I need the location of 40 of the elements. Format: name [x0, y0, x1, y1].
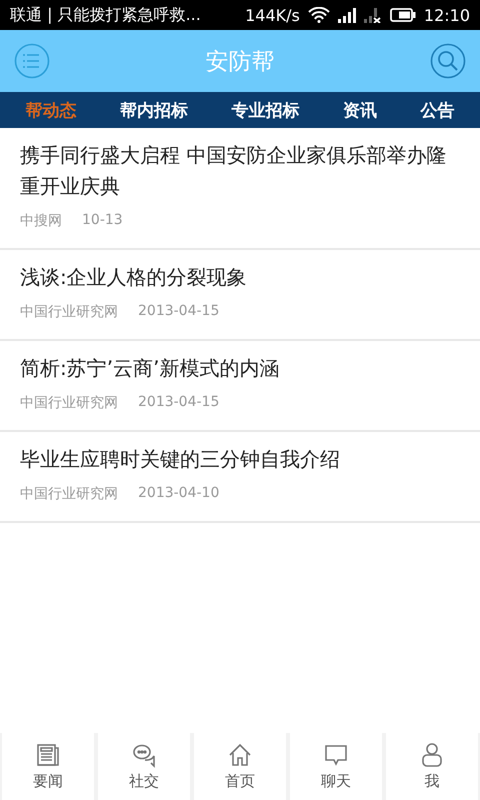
article-item[interactable]: 简析:苏宁’云商’新模式的内涵 中国行业研究网 2013-04-15	[0, 341, 480, 432]
article-item[interactable]: 携手同行盛大启程 中国安防企业家俱乐部举办隆重开业庆典 中搜网 10-13	[0, 128, 480, 250]
article-date: 10-13	[82, 212, 123, 230]
article-date: 2013-04-15	[138, 303, 220, 321]
category-tab[interactable]: 帮内招标	[120, 98, 188, 122]
network-speed: 144K/s	[245, 6, 300, 24]
search-icon[interactable]	[430, 43, 466, 79]
menu-icon[interactable]	[14, 43, 50, 79]
article-source: 中国行业研究网	[20, 394, 118, 412]
article-date: 2013-04-10	[138, 485, 220, 503]
nav-button[interactable]: 聊天	[290, 733, 382, 800]
clock-text: 12:10	[424, 6, 470, 24]
wifi-icon	[308, 7, 330, 23]
article-title: 浅谈:企业人格的分裂现象	[20, 264, 248, 291]
carrier-text: 联通 | 只能拨打紧急呼救...	[10, 4, 201, 26]
nav-button[interactable]: 社交	[98, 733, 190, 800]
article-title: 简析:苏宁’云商’新模式的内涵	[20, 355, 280, 382]
newspaper-icon	[35, 742, 61, 768]
article-source: 中国行业研究网	[20, 485, 118, 503]
nav-button[interactable]: 要闻	[2, 733, 94, 800]
app-title: 安防帮	[204, 48, 276, 76]
home-icon	[227, 742, 253, 768]
article-source: 中国行业研究网	[20, 303, 118, 321]
category-tab[interactable]: 专业招标	[231, 98, 300, 122]
nav-button[interactable]: 我	[386, 733, 478, 800]
article-item[interactable]: 浅谈:企业人格的分裂现象 中国行业研究网 2013-04-15	[0, 250, 480, 341]
article-source: 中搜网	[20, 212, 62, 230]
chat-bubbles-icon	[131, 742, 157, 768]
article-title: 携手同行盛大启程 中国安防企业家俱乐部举办隆重开业庆典	[20, 142, 448, 200]
no-signal-icon	[364, 7, 382, 23]
category-tab[interactable]: 资讯	[342, 98, 377, 122]
category-tab[interactable]: 公告	[420, 98, 454, 122]
article-item[interactable]: 毕业生应聘时关键的三分钟自我介绍 中国行业研究网 2013-04-10	[0, 432, 480, 523]
article-title: 毕业生应聘时关键的三分钟自我介绍	[20, 446, 341, 473]
speech-bubble-icon	[323, 742, 349, 768]
article-date: 2013-04-15	[138, 394, 220, 412]
signal-icon	[338, 7, 356, 23]
nav-button[interactable]: 首页	[194, 733, 286, 800]
battery-icon	[390, 8, 416, 22]
person-icon	[419, 742, 445, 768]
